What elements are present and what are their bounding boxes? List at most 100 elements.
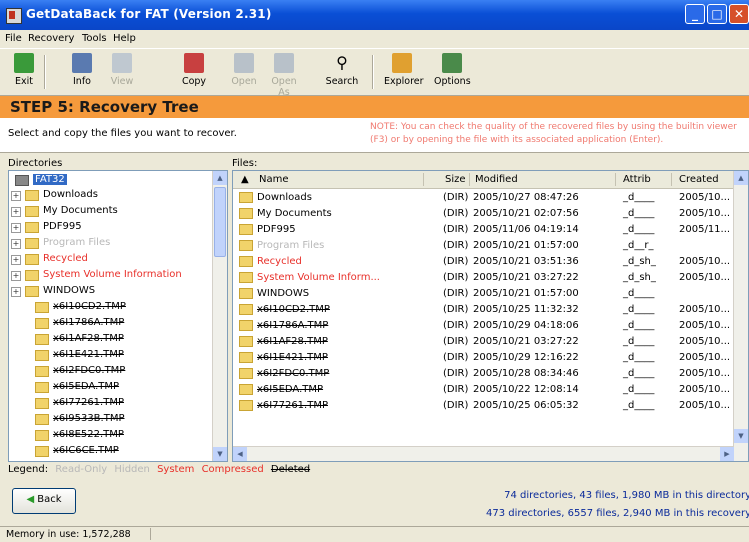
legend-hidden: Hidden (114, 464, 150, 475)
col-created[interactable]: Created (679, 174, 719, 185)
minimize-button[interactable]: _ (685, 4, 705, 24)
cell-created: 2005/10... (679, 352, 731, 363)
cell-name: x6I1AF28.TMP (257, 336, 328, 347)
scroll-right-icon[interactable]: ▶ (720, 447, 734, 461)
cell-name: x6I5EDA.TMP (257, 384, 324, 395)
file-row[interactable]: x6I1AF28.TMP (DIR) 2005/10/21 03:27:22 _d__… (233, 335, 733, 350)
file-vscrollbar[interactable]: ▲ ▼ (733, 171, 748, 447)
cell-size: (DIR) (443, 288, 469, 299)
directory-tree[interactable]: FAT32 + Downloads + My Documents + PDF995 + Pro… (8, 170, 228, 462)
expand-icon[interactable]: + (11, 223, 21, 233)
search-button[interactable]: ⚲ Search (324, 53, 360, 87)
file-row[interactable]: PDF995 (DIR) 2005/11/06 04:19:14 _d____ 2005… (233, 223, 733, 238)
cell-modified: 2005/10/25 11:32:32 (473, 304, 579, 315)
tree-item[interactable]: x6I1E421.TMP (9, 348, 219, 363)
tree-item-label: x6I77261.TMP (53, 397, 124, 408)
tree-item[interactable]: x6IC6CE.TMP (9, 444, 219, 459)
menu-help[interactable]: Help (113, 33, 136, 44)
tree-item[interactable]: + My Documents (9, 204, 219, 219)
open-as-button[interactable]: Open As (266, 53, 302, 98)
step-title: STEP 5: Recovery Tree (10, 98, 199, 116)
file-row[interactable]: x6I1E421.TMP (DIR) 2005/10/29 12:16:22 _d__… (233, 351, 733, 366)
open-icon (234, 53, 254, 73)
directory-scrollbar[interactable]: ▲ ▼ (212, 171, 227, 461)
close-button[interactable]: ✕ (729, 4, 749, 24)
file-row[interactable]: Recycled (DIR) 2005/10/21 03:51:36 _d_sh_ 20… (233, 255, 733, 270)
tree-item[interactable]: + System Volume Information (9, 268, 219, 283)
cell-attrib: _d____ (623, 320, 655, 331)
options-button[interactable]: Options (434, 53, 471, 87)
maximize-button[interactable]: □ (707, 4, 727, 24)
menu-recovery[interactable]: Recovery (28, 33, 74, 44)
col-size[interactable]: Size (445, 174, 466, 185)
file-scroll-down-icon[interactable]: ▼ (734, 429, 748, 443)
view-button[interactable]: View (104, 53, 140, 87)
scroll-up-icon[interactable]: ▲ (213, 171, 227, 185)
tree-item[interactable]: + PDF995 (9, 220, 219, 235)
file-row[interactable]: x6I10CD2.TMP (DIR) 2005/10/25 11:32:32 _d__… (233, 303, 733, 318)
col-name[interactable]: Name (259, 174, 289, 185)
back-button[interactable]: ◀ Back (12, 488, 76, 514)
file-row[interactable]: System Volume Inform... (DIR) 2005/10/21 0… (233, 271, 733, 286)
cell-attrib: _d____ (623, 224, 655, 235)
file-row[interactable]: My Documents (DIR) 2005/10/21 02:07:56 _d__… (233, 207, 733, 222)
cell-size: (DIR) (443, 320, 469, 331)
tree-item-label: x6I5EDA.TMP (53, 381, 120, 392)
tree-item[interactable]: + WINDOWS (9, 284, 219, 299)
col-modified[interactable]: Modified (475, 174, 518, 185)
menu-tools[interactable]: Tools (82, 33, 107, 44)
open-as-icon (274, 53, 294, 73)
file-row[interactable]: x6I5EDA.TMP (DIR) 2005/10/22 12:08:14 _d___… (233, 383, 733, 398)
exit-icon (14, 53, 34, 73)
file-row[interactable]: Downloads (DIR) 2005/10/27 08:47:26 _d____ 2… (233, 191, 733, 206)
tree-item[interactable]: + Program Files (9, 236, 219, 251)
scroll-left-icon[interactable]: ◀ (233, 447, 247, 461)
copy-button[interactable]: Copy (176, 53, 212, 87)
tree-item[interactable]: x6I2FDC0.TMP (9, 364, 219, 379)
tree-item[interactable]: x6I9533B.TMP (9, 412, 219, 427)
scroll-down-icon[interactable]: ▼ (213, 447, 227, 461)
file-row[interactable]: Program Files (DIR) 2005/10/21 01:57:00 _d_… (233, 239, 733, 254)
exit-button[interactable]: Exit (6, 53, 42, 87)
expand-icon[interactable]: + (11, 287, 21, 297)
tree-item[interactable]: x6I8E522.TMP (9, 428, 219, 443)
tree-item[interactable]: + Downloads (9, 188, 219, 203)
file-row[interactable]: x6I2FDC0.TMP (DIR) 2005/10/28 08:34:46 _d__… (233, 367, 733, 382)
explorer-button[interactable]: Explorer (384, 53, 424, 87)
folder-icon (239, 304, 253, 315)
file-hscrollbar[interactable]: ◀ ▶ (233, 446, 748, 461)
tree-item[interactable]: x6I5EDA.TMP (9, 380, 219, 395)
col-attrib[interactable]: Attrib (623, 174, 651, 185)
cell-name: x6I2FDC0.TMP (257, 368, 330, 379)
open-button[interactable]: Open (226, 53, 262, 87)
tree-item[interactable]: x6I77261.TMP (9, 396, 219, 411)
cell-size: (DIR) (443, 336, 469, 347)
cell-size: (DIR) (443, 384, 469, 395)
tree-item-label: x6I1AF28.TMP (53, 333, 124, 344)
stats-current: 74 directories, 43 files, 1,980 MB in th… (504, 490, 749, 501)
info-button[interactable]: Info (64, 53, 100, 87)
menu-file[interactable]: File (5, 33, 22, 44)
file-row[interactable]: x6I77261.TMP (DIR) 2005/10/25 06:05:32 _d__… (233, 399, 733, 414)
tree-item[interactable]: + Recycled (9, 252, 219, 267)
copy-icon (184, 53, 204, 73)
expand-icon[interactable]: + (11, 255, 21, 265)
tree-item-label: x6I9533B.TMP (53, 413, 125, 424)
cell-created: 2005/10... (679, 208, 731, 219)
scroll-thumb[interactable] (214, 187, 226, 257)
tree-item[interactable]: x6I1AF28.TMP (9, 332, 219, 347)
file-scroll-up-icon[interactable]: ▲ (734, 171, 748, 185)
cell-modified: 2005/10/21 03:27:22 (473, 336, 579, 347)
expand-icon[interactable]: + (11, 207, 21, 217)
expand-icon[interactable]: + (11, 239, 21, 249)
tree-item[interactable]: x6I10CD2.TMP (9, 300, 219, 315)
file-row[interactable]: x6I1786A.TMP (DIR) 2005/10/29 04:18:06 _d__… (233, 319, 733, 334)
tree-root[interactable]: FAT32 (9, 173, 219, 188)
folder-icon (35, 382, 49, 393)
tree-item[interactable]: x6I1786A.TMP (9, 316, 219, 331)
file-list[interactable]: ▲ Name Size Modified Attrib Created Down… (232, 170, 749, 462)
expand-icon[interactable]: + (11, 191, 21, 201)
menu-bar: File Recovery Tools Help (0, 30, 749, 48)
expand-icon[interactable]: + (11, 271, 21, 281)
file-row[interactable]: WINDOWS (DIR) 2005/10/21 01:57:00 _d____ (233, 287, 733, 302)
